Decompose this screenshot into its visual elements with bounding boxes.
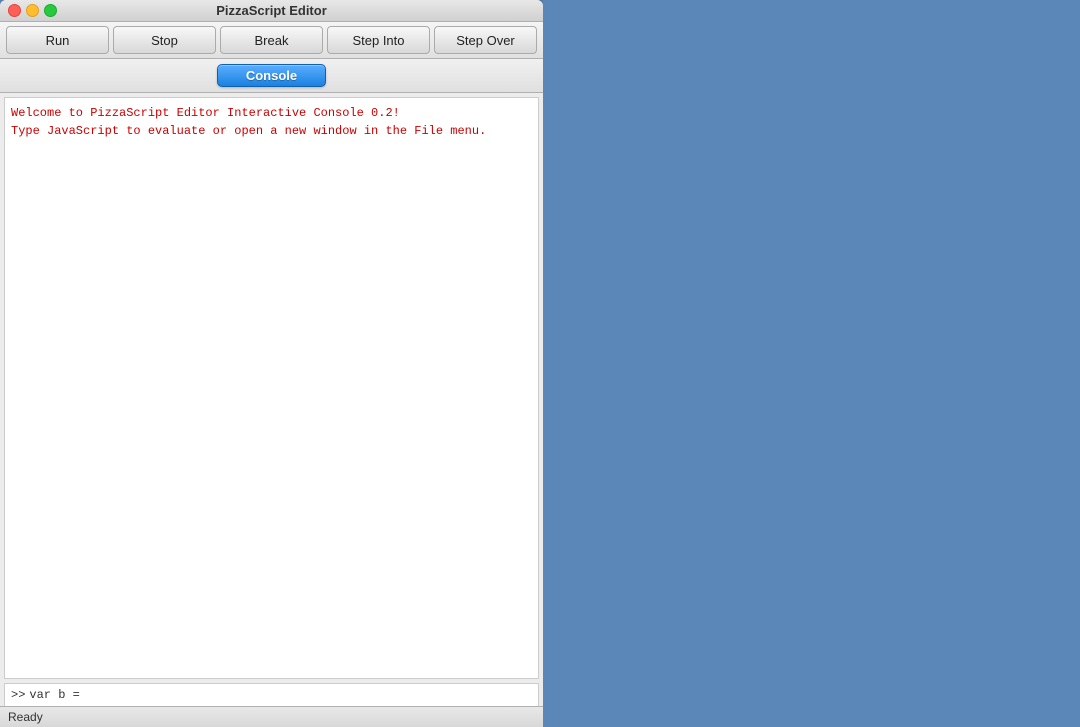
input-area: >> [4,683,539,706]
title-bar: PizzaScript Editor [0,0,543,22]
status-bar: Ready [0,706,543,727]
right-panel [543,0,1080,727]
input-prompt: >> [11,688,25,702]
maximize-button[interactable] [44,4,57,17]
console-input[interactable] [29,688,532,702]
close-button[interactable] [8,4,21,17]
console-welcome-text: Welcome to PizzaScript Editor Interactiv… [11,104,532,140]
console-button[interactable]: Console [217,64,326,87]
traffic-lights [8,4,57,17]
step-into-button[interactable]: Step Into [327,26,430,54]
run-button[interactable]: Run [6,26,109,54]
window-title: PizzaScript Editor [216,3,327,18]
status-text: Ready [8,710,43,724]
console-bar: Console [0,59,543,93]
stop-button[interactable]: Stop [113,26,216,54]
step-over-button[interactable]: Step Over [434,26,537,54]
toolbar: Run Stop Break Step Into Step Over [0,22,543,59]
minimize-button[interactable] [26,4,39,17]
break-button[interactable]: Break [220,26,323,54]
main-window: PizzaScript Editor Run Stop Break Step I… [0,0,543,727]
console-output: Welcome to PizzaScript Editor Interactiv… [4,97,539,679]
